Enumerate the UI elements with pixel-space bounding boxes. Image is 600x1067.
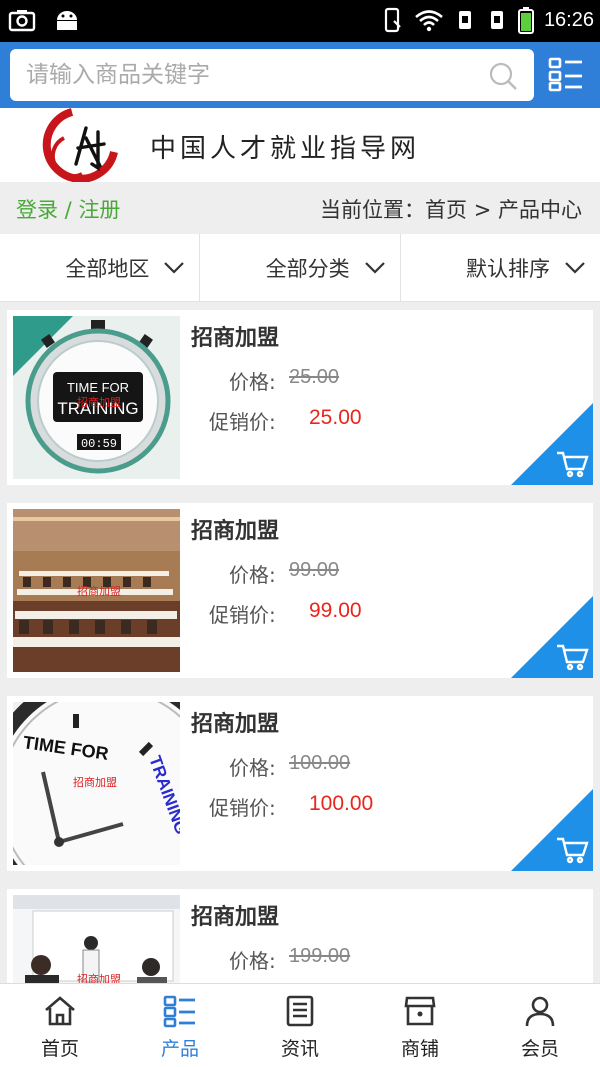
nav-news-label: 资讯: [280, 1038, 319, 1060]
breadcrumb-sep: >: [467, 198, 498, 222]
search-input[interactable]: [26, 49, 476, 101]
product-image-conference-room[interactable]: 招商加盟: [13, 509, 180, 672]
breadcrumb-bar: 登录 / 注册 当前位置：首页 > 产品中心: [0, 182, 600, 234]
nav-member[interactable]: 会员: [480, 984, 600, 1067]
chevron-down-icon: [364, 261, 385, 274]
image-text: TIME FOR: [67, 380, 129, 395]
nav-shop[interactable]: 商铺: [360, 984, 480, 1067]
price-label: 价格:: [229, 370, 276, 394]
product-title[interactable]: 招商加盟: [191, 513, 279, 545]
watermark: 招商加盟: [77, 584, 121, 598]
product-image-clock[interactable]: TIME FOR TRAINING 招商加盟: [13, 702, 180, 865]
battery-icon: [517, 7, 534, 34]
product-card[interactable]: TIME FOR TRAINING 招商加盟 招商加盟 价格: 100.00 促…: [7, 696, 593, 871]
watermark: 招商加盟: [73, 775, 117, 789]
price-label: 价格:: [229, 563, 276, 587]
nav-news[interactable]: 资讯: [240, 984, 360, 1067]
register-link[interactable]: 注册: [78, 198, 120, 222]
product-card[interactable]: 招商加盟 招商加盟 价格: 99.00 促销价: 99.00: [7, 503, 593, 678]
status-bar: 16:26: [0, 0, 600, 42]
product-title[interactable]: 招商加盟: [191, 706, 279, 738]
sale-price-label: 促销价:: [209, 796, 276, 820]
breadcrumb-home[interactable]: 首页: [425, 198, 467, 222]
chevron-down-icon: [164, 261, 185, 274]
filter-sort[interactable]: 默认排序: [399, 234, 600, 301]
sale-price: 100.00: [309, 792, 374, 815]
breadcrumb-prefix: 当前位置：: [320, 198, 426, 222]
breadcrumb: 当前位置：首页 > 产品中心: [320, 194, 582, 224]
sim-signal-1-icon: [458, 11, 471, 29]
nav-home[interactable]: 首页: [0, 984, 120, 1067]
product-card[interactable]: TIME FOR TRAINING 00:59 招商加盟 招商加盟 价格: 25…: [7, 310, 593, 485]
site-logo[interactable]: [42, 108, 124, 182]
chevron-down-icon: [565, 261, 585, 274]
filter-bar: 全部地区 全部分类 默认排序: [0, 234, 600, 302]
home-icon: [45, 996, 75, 1026]
watermark: 招商加盟: [77, 395, 121, 409]
vibrate-icon: [384, 7, 401, 33]
nav-member-label: 会员: [520, 1038, 559, 1060]
original-price: 99.00: [289, 559, 340, 581]
price-label: 价格:: [229, 949, 276, 973]
nav-shop-label: 商铺: [400, 1038, 439, 1060]
auth-links: 登录 / 注册: [16, 194, 120, 224]
clock-text: 16:26: [543, 8, 594, 31]
nav-home-label: 首页: [40, 1038, 79, 1060]
original-price: 25.00: [289, 366, 340, 388]
sale-price: 25.00: [309, 406, 362, 429]
filter-region-label: 全部地区: [65, 256, 150, 281]
filter-sort-label: 默认排序: [465, 256, 550, 281]
brand-bar: 中国人才就业指导网: [0, 108, 600, 182]
list-icon: [163, 995, 195, 1028]
search-icon[interactable]: [488, 61, 518, 91]
product-list: TIME FOR TRAINING 00:59 招商加盟 招商加盟 价格: 25…: [7, 310, 593, 1067]
breadcrumb-current[interactable]: 产品中心: [498, 198, 582, 222]
wifi-icon: [415, 10, 443, 32]
original-price: 100.00: [289, 752, 351, 774]
add-to-cart-button[interactable]: [511, 789, 593, 871]
filter-category-label: 全部分类: [265, 256, 350, 281]
add-to-cart-button[interactable]: [511, 403, 593, 485]
auth-separator: /: [58, 198, 79, 222]
nav-products-label: 产品: [160, 1038, 199, 1060]
filter-category[interactable]: 全部分类: [199, 234, 399, 301]
shop-icon: [404, 996, 436, 1026]
user-icon: [525, 996, 555, 1027]
sim-signal-2-icon: [490, 11, 503, 29]
product-title[interactable]: 招商加盟: [191, 899, 279, 931]
nav-products[interactable]: 产品: [120, 984, 240, 1067]
search-box[interactable]: [10, 49, 534, 101]
login-link[interactable]: 登录: [16, 198, 58, 222]
sale-price-label: 促销价:: [209, 410, 276, 434]
image-text: 00:59: [81, 437, 117, 451]
product-title[interactable]: 招商加盟: [191, 320, 279, 352]
site-name: 中国人才就业指导网: [150, 134, 421, 164]
add-to-cart-button[interactable]: [511, 596, 593, 678]
category-menu-icon[interactable]: [548, 56, 584, 92]
sale-price: 99.00: [309, 599, 362, 622]
price-label: 价格:: [229, 756, 276, 780]
product-image-stopwatch[interactable]: TIME FOR TRAINING 00:59 招商加盟: [13, 316, 180, 479]
original-price: 199.00: [289, 945, 351, 967]
android-icon: [57, 11, 77, 30]
header-bar: [0, 42, 600, 108]
sale-price-label: 促销价:: [209, 603, 276, 627]
screenshot-icon: [8, 10, 36, 32]
news-icon: [286, 995, 314, 1027]
filter-region[interactable]: 全部地区: [0, 234, 199, 301]
bottom-nav: 首页 产品 资讯 商铺 会员: [0, 983, 600, 1067]
